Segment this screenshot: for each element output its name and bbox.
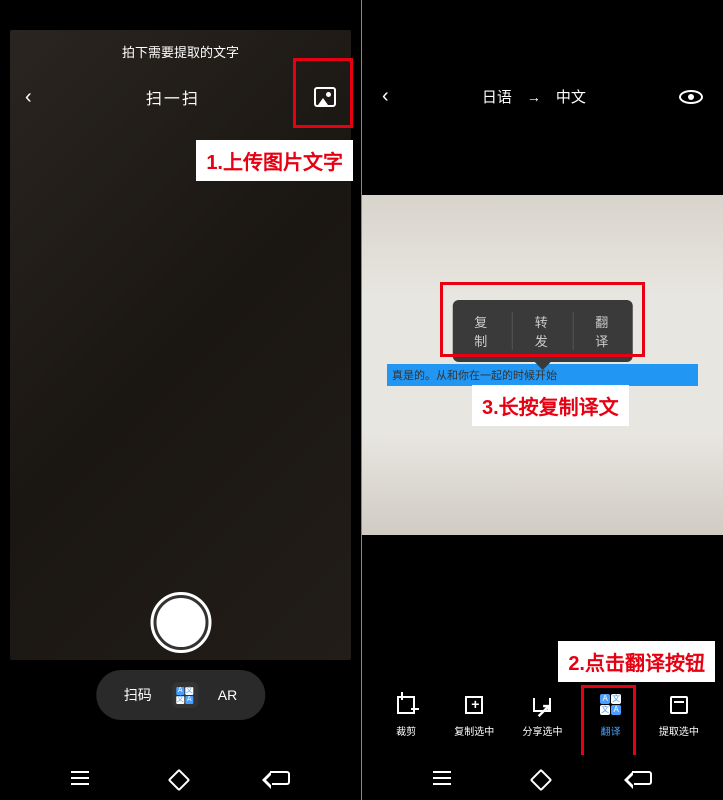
nav-home-icon[interactable]	[168, 768, 191, 791]
tool-copy-label: 复制选中	[454, 723, 494, 738]
tool-translate[interactable]: A文 文A 翻译	[581, 693, 641, 738]
shutter-button[interactable]	[153, 595, 208, 650]
annotation-step1: 1.上传图片文字	[196, 140, 353, 181]
translate-header: ‹ 日语 → 中文	[362, 85, 723, 108]
annotation-highlight-3	[440, 282, 645, 357]
tool-crop[interactable]: 裁剪	[376, 693, 436, 738]
tool-extract-selected[interactable]: 提取选中	[649, 693, 709, 738]
right-phone-screenshot: ‹ 日语 → 中文 真是的。从和你在一起的时候开始 复制 转发 翻译 3.长按复…	[362, 0, 723, 800]
back-icon[interactable]: ‹	[382, 85, 389, 108]
tool-extract-label: 提取选中	[659, 723, 699, 738]
scan-title: 扫一扫	[146, 85, 200, 109]
mode-translate-icon[interactable]: A文 文A	[172, 682, 198, 708]
copy-plus-icon	[465, 696, 483, 714]
lang-from: 日语	[482, 86, 512, 107]
nav-home-icon[interactable]	[530, 768, 553, 791]
translate-icon: A文 文A	[600, 694, 621, 715]
annotation-highlight-1	[293, 58, 353, 128]
nav-recent-icon[interactable]	[433, 771, 451, 785]
nav-back-icon[interactable]	[270, 771, 290, 785]
tool-copy-selected[interactable]: 复制选中	[444, 693, 504, 738]
nav-bar	[362, 755, 723, 800]
left-phone-screenshot: 拍下需要提取的文字 ‹ 扫一扫 1.上传图片文字 扫码 A文 文A AR	[0, 0, 362, 800]
mode-scan-code[interactable]: 扫码	[124, 685, 152, 705]
back-icon[interactable]: ‹	[25, 86, 32, 109]
mode-selector: 扫码 A文 文A AR	[96, 670, 265, 720]
crop-icon	[397, 696, 415, 714]
nav-back-icon[interactable]	[632, 771, 652, 785]
share-icon	[533, 698, 551, 712]
eye-icon[interactable]	[679, 90, 703, 104]
tool-translate-label: 翻译	[601, 723, 621, 738]
extract-icon	[670, 696, 688, 714]
language-pair[interactable]: 日语 → 中文	[482, 86, 586, 107]
tool-share-label: 分享选中	[522, 723, 562, 738]
tool-share-selected[interactable]: 分享选中	[512, 693, 572, 738]
nav-bar	[0, 755, 361, 800]
mode-ar[interactable]: AR	[218, 687, 237, 703]
nav-recent-icon[interactable]	[71, 771, 89, 785]
tool-crop-label: 裁剪	[396, 723, 416, 738]
lang-to: 中文	[556, 86, 586, 107]
annotation-step3: 3.长按复制译文	[472, 385, 629, 426]
arrow-right-icon: →	[527, 89, 541, 105]
bottom-toolbar: 裁剪 复制选中 分享选中 A文 文A 翻译 提取选中	[362, 675, 723, 755]
